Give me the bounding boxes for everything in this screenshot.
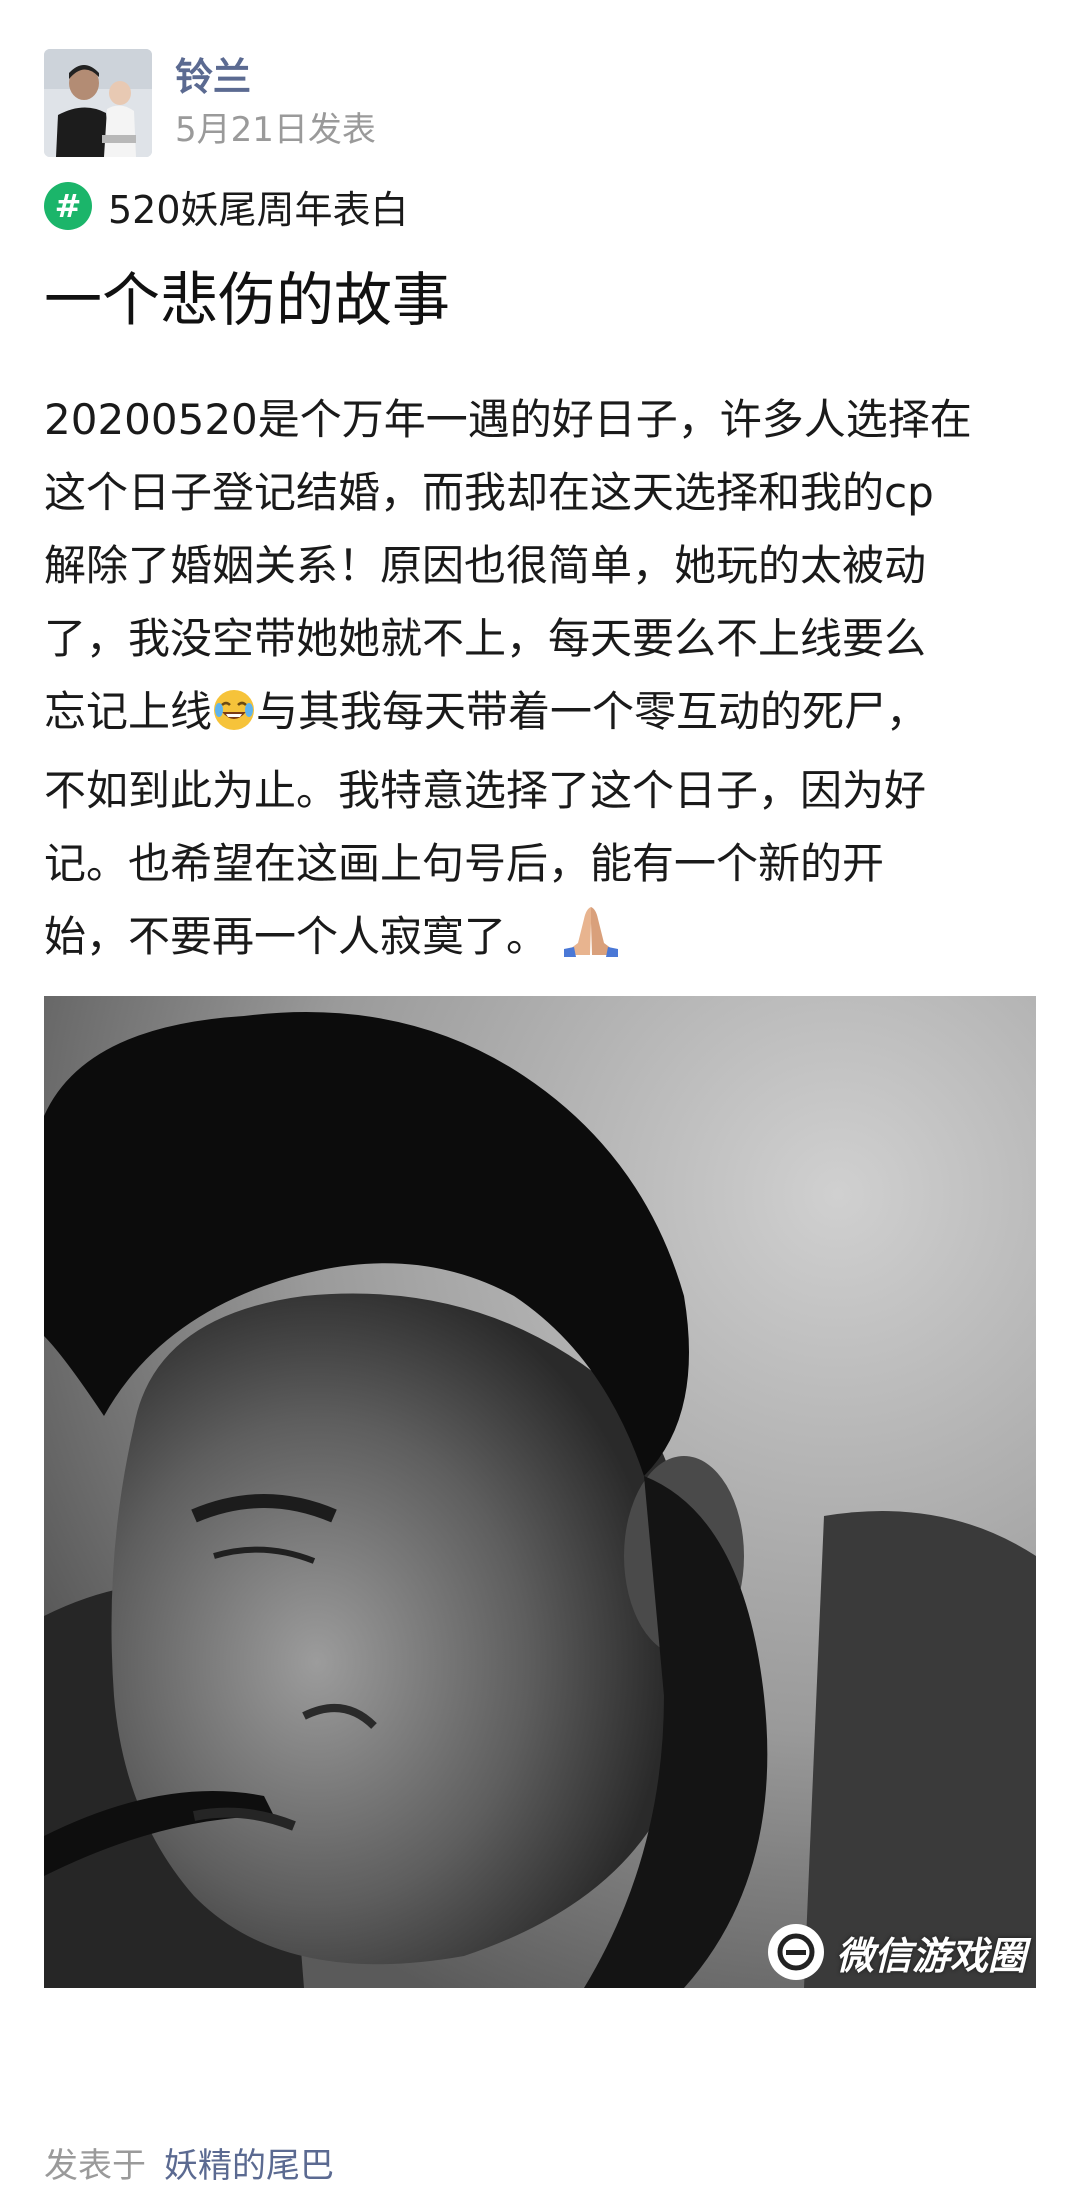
body-line: 不如到此为止。我特意选择了这个日子，因为好: [44, 766, 927, 815]
topic-tag[interactable]: # 520妖尾周年表白: [44, 182, 409, 232]
body-line: 记。也希望在这画上句号后，能有一个新的开: [44, 839, 885, 888]
post-footer: 发表于 妖精的尾巴: [44, 2144, 334, 2188]
body-line: 这个日子登记结婚，而我却在这天选择和我的cp: [44, 468, 934, 517]
body-line-with-emoji: 忘记上线 与其我每天带着一个零互动的死尸，: [44, 675, 1044, 754]
laughing-crying-emoji-icon: [212, 681, 256, 754]
watermark-text: 微信游戏圈: [835, 1933, 1026, 1978]
author-name[interactable]: 铃兰: [175, 52, 251, 102]
body-line-with-emoji: 始，不要再一个人寂寞了。: [44, 900, 1044, 979]
watermark: 微信游戏圈: [767, 1924, 1026, 1980]
post-title: 一个悲伤的故事: [44, 266, 451, 334]
circle-link[interactable]: 妖精的尾巴: [164, 2146, 334, 2186]
post-date: 5月21日发表: [175, 110, 376, 150]
body-line: 20200520是个万年一遇的好日子，许多人选择在: [44, 395, 972, 444]
body-line-segment: 始，不要再一个人寂寞了。: [44, 912, 549, 961]
hashtag-icon: #: [44, 182, 92, 230]
author-avatar[interactable]: [44, 49, 152, 157]
post-body: 20200520是个万年一遇的好日子，许多人选择在 这个日子登记结婚，而我却在这…: [44, 383, 1044, 979]
post-photo[interactable]: 微信游戏圈: [44, 996, 1036, 1988]
body-line: 了，我没空带她她就不上，每天要么不上线要么: [44, 614, 927, 663]
footer-prefix: 发表于: [44, 2146, 146, 2186]
body-line: 解除了婚姻关系！原因也很简单，她玩的太被动: [44, 541, 927, 590]
wechat-game-circle-icon: [767, 1924, 824, 1980]
folded-hands-emoji-icon: [560, 903, 622, 979]
body-line-segment: 忘记上线: [44, 687, 213, 736]
body-line-segment: 与其我每天带着一个零互动的死尸，: [256, 687, 929, 736]
topic-label: 520妖尾周年表白: [108, 187, 409, 232]
